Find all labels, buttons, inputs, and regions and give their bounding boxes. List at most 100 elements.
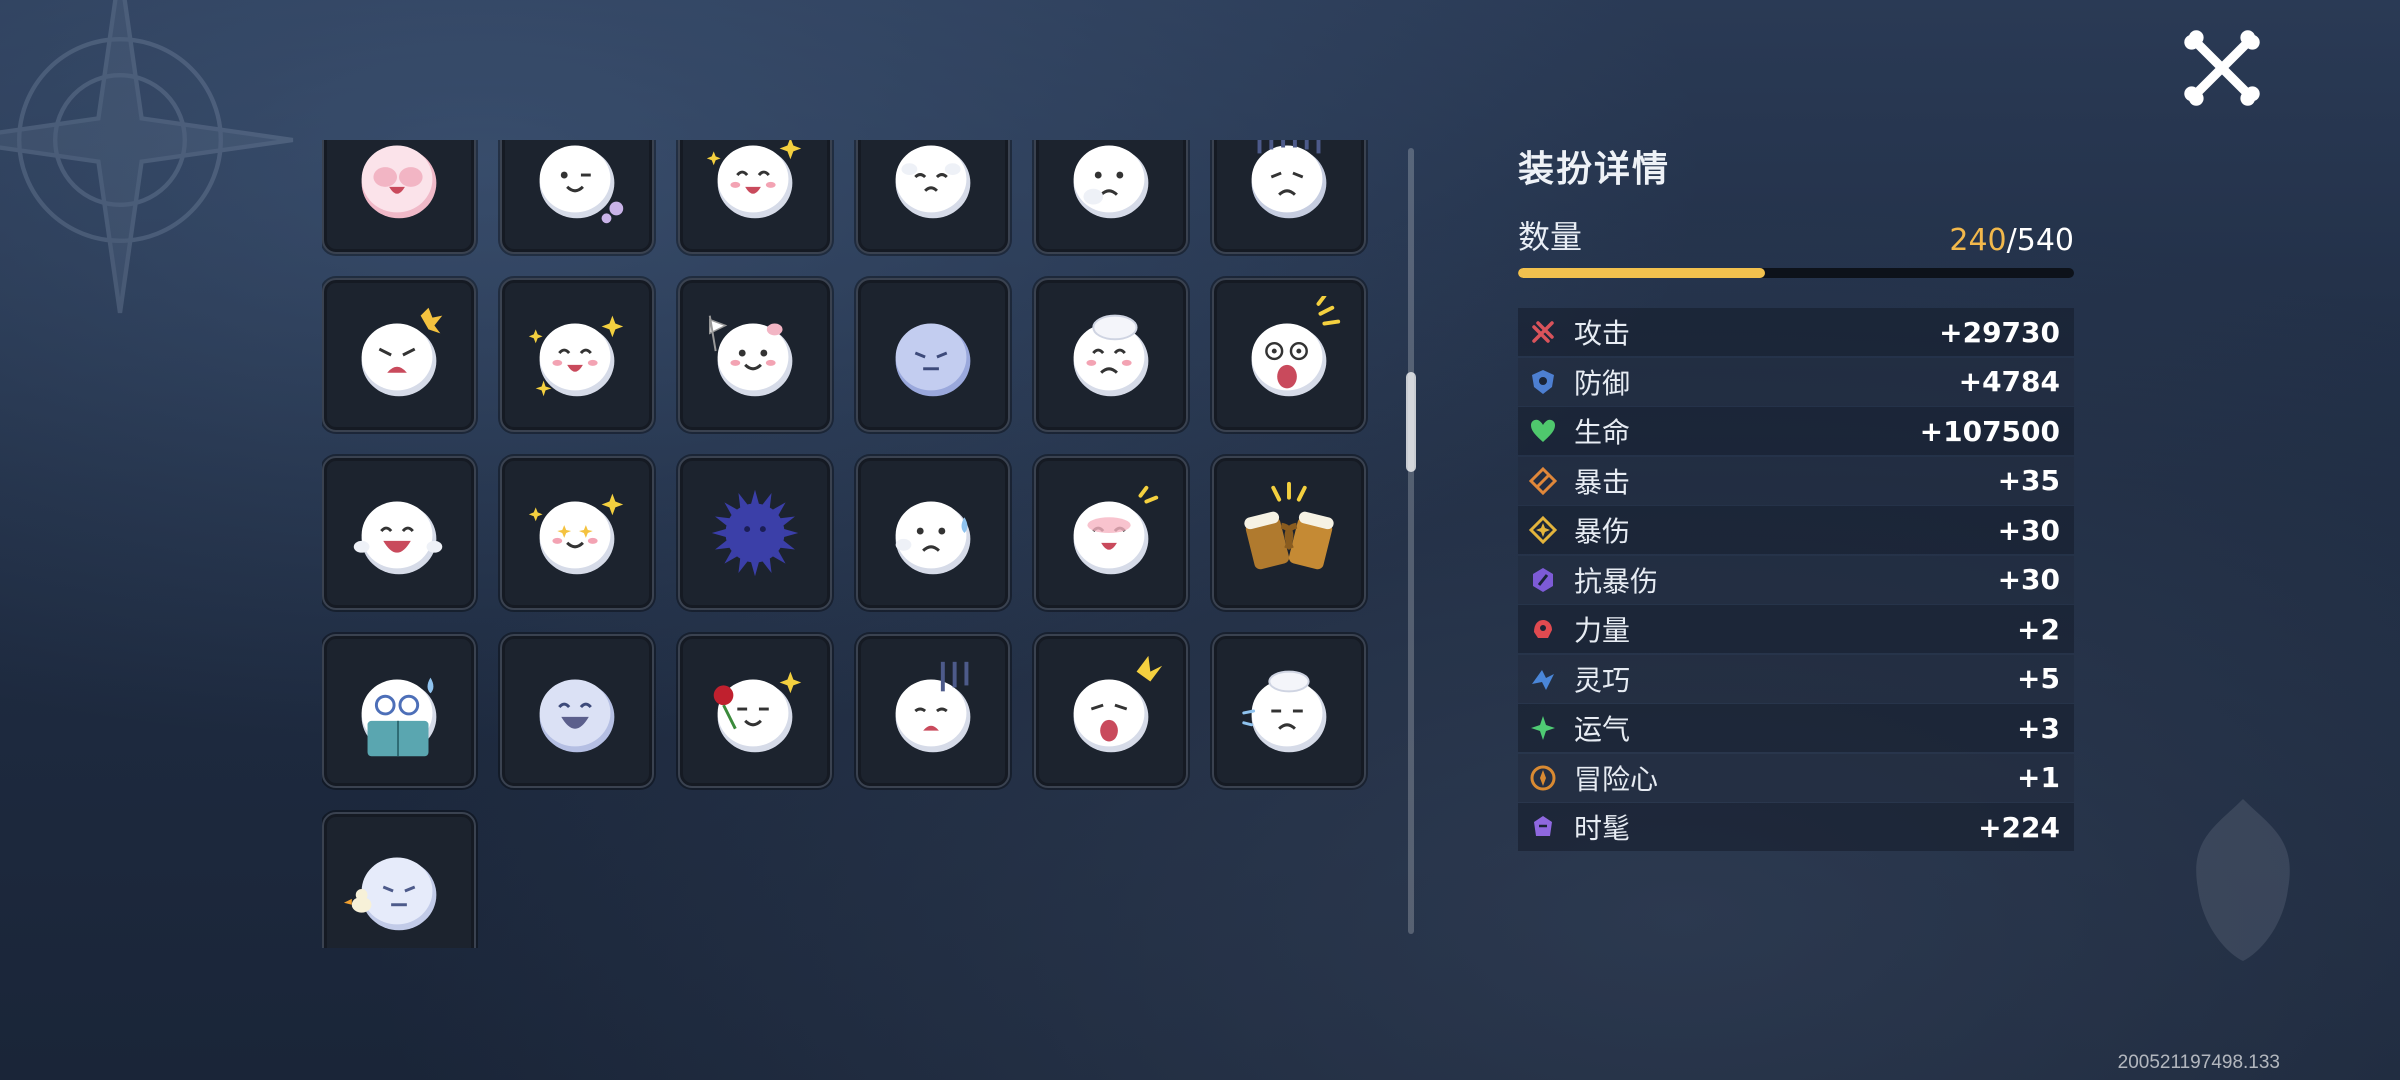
emote-tile[interactable] [856, 140, 1010, 254]
ghost-winking-bubbles-icon [518, 140, 636, 236]
stat-row: 时髦 +224 [1518, 803, 2074, 851]
emote-tile[interactable] [678, 634, 832, 788]
defense-icon [1528, 367, 1558, 397]
count-progress-bar [1518, 268, 2074, 278]
ghost-with-rose-icon [696, 652, 814, 770]
emote-tile[interactable] [1034, 456, 1188, 610]
stat-row: 冒险心 +1 [1518, 753, 2074, 802]
stat-name: 冒险心 [1574, 762, 1659, 796]
emote-tile[interactable] [500, 140, 654, 254]
ghost-blushing-icon [1052, 474, 1170, 592]
ghost-despair-lines-icon [874, 652, 992, 770]
ghost-happy-sparkle-icon [696, 140, 814, 236]
stat-name: 灵巧 [1574, 663, 1631, 697]
ghost-shocked-icon [1230, 296, 1348, 414]
ghost-gloomy-lines-icon [1230, 140, 1348, 236]
stat-value: +29730 [1939, 315, 2060, 349]
count-total: 540 [2016, 223, 2074, 258]
stat-name: 抗暴伤 [1574, 564, 1659, 598]
stat-row: 防御 +4784 [1518, 357, 2074, 406]
emote-tile[interactable] [1212, 456, 1366, 610]
stat-row: 生命 +107500 [1518, 407, 2074, 455]
adventure-icon [1528, 763, 1558, 793]
emote-tile[interactable] [1034, 634, 1188, 788]
stat-row: 力量 +2 [1518, 605, 2074, 653]
ghost-hand-on-head-icon [1052, 296, 1170, 414]
ghost-sweating-icon [874, 474, 992, 592]
stat-row: 暴击 +35 [1518, 456, 2074, 505]
stat-value: +107500 [1919, 414, 2060, 448]
stat-value: +1 [2017, 761, 2060, 794]
ghost-sulking-icon [1230, 652, 1348, 770]
stat-value: +4784 [1958, 365, 2060, 398]
emote-tile[interactable] [500, 278, 654, 432]
emote-tile[interactable] [500, 634, 654, 788]
stat-name: 时髦 [1574, 812, 1631, 845]
emote-tile[interactable] [678, 456, 832, 610]
emote-tile[interactable] [1034, 278, 1188, 432]
crit-resist-icon [1528, 565, 1558, 595]
stat-row: 抗暴伤 +30 [1518, 555, 2074, 604]
close-button[interactable] [2176, 22, 2268, 114]
attack-icon [1528, 317, 1558, 347]
count-row: 数量 240/540 [1518, 212, 2074, 258]
stat-row: 攻击 +29730 [1518, 308, 2074, 356]
stat-row: 运气 +3 [1518, 704, 2074, 752]
emote-tile[interactable] [322, 140, 476, 254]
spiky-dark-ball-icon [696, 474, 814, 592]
scrollbar-thumb[interactable] [1406, 372, 1416, 472]
emote-tile[interactable] [856, 456, 1010, 610]
scrollbar-track[interactable] [1408, 148, 1414, 934]
ghost-laughing-blue-icon [518, 652, 636, 770]
emote-grid [322, 140, 1366, 948]
emote-tile[interactable] [678, 140, 832, 254]
stat-value: +2 [2017, 612, 2060, 646]
emote-tile[interactable] [1034, 140, 1188, 254]
ghost-crying-hands-icon [874, 140, 992, 236]
emote-tile[interactable] [856, 278, 1010, 432]
stat-value: +30 [1997, 513, 2060, 547]
emote-tile[interactable] [322, 456, 476, 610]
outfit-details-panel: 装扮详情 数量 240/540 攻击 +29730 防御 +4784 生命 +107500… [1518, 140, 2074, 853]
stat-name: 暴伤 [1574, 515, 1631, 548]
health-heart-icon [1528, 416, 1558, 446]
emote-tile[interactable] [322, 812, 476, 948]
luck-icon [1528, 713, 1558, 743]
stat-name: 生命 [1574, 416, 1631, 449]
ghost-sparkle-smile-icon [518, 296, 636, 414]
emote-tile[interactable] [322, 278, 476, 432]
stat-name: 运气 [1574, 713, 1631, 746]
crit-icon [1528, 466, 1558, 496]
ghost-with-duck-icon [340, 830, 458, 948]
ghost-thinking-icon [1052, 140, 1170, 236]
stat-name: 攻击 [1574, 317, 1631, 350]
stat-name: 力量 [1574, 614, 1631, 647]
stat-row: 灵巧 +5 [1518, 654, 2074, 703]
ghost-laughing-icon [340, 474, 458, 592]
count-separator: / [2006, 223, 2017, 258]
emote-tile[interactable] [678, 278, 832, 432]
emote-tile[interactable] [856, 634, 1010, 788]
ghost-reading-book-icon [340, 652, 458, 770]
emote-grid-viewport[interactable] [322, 140, 1382, 948]
stats-list: 攻击 +29730 防御 +4784 生命 +107500 暴击 +35 暴伤 +30 抗暴伤 +30… [1518, 308, 2074, 851]
count-progress-fill [1518, 268, 1765, 278]
stat-value: +35 [1997, 464, 2060, 497]
ghost-angry-icon [340, 296, 458, 414]
count-value: 240/540 [1949, 223, 2074, 258]
emote-tile[interactable] [1212, 140, 1366, 254]
emote-tile[interactable] [500, 456, 654, 610]
strength-icon [1528, 614, 1558, 644]
count-label: 数量 [1518, 218, 1583, 256]
stat-value: +3 [2017, 711, 2060, 745]
stat-value: +5 [2017, 662, 2060, 695]
stat-value: +30 [1997, 563, 2060, 596]
emote-tile[interactable] [1212, 278, 1366, 432]
emote-tile[interactable] [322, 634, 476, 788]
stat-row: 暴伤 +30 [1518, 506, 2074, 554]
ghost-sleepy-blue-icon [874, 296, 992, 414]
count-current: 240 [1949, 223, 2007, 258]
emote-tile[interactable] [1212, 634, 1366, 788]
ghost-starry-eyes-icon [518, 474, 636, 592]
ghost-surprised-icon [1052, 652, 1170, 770]
